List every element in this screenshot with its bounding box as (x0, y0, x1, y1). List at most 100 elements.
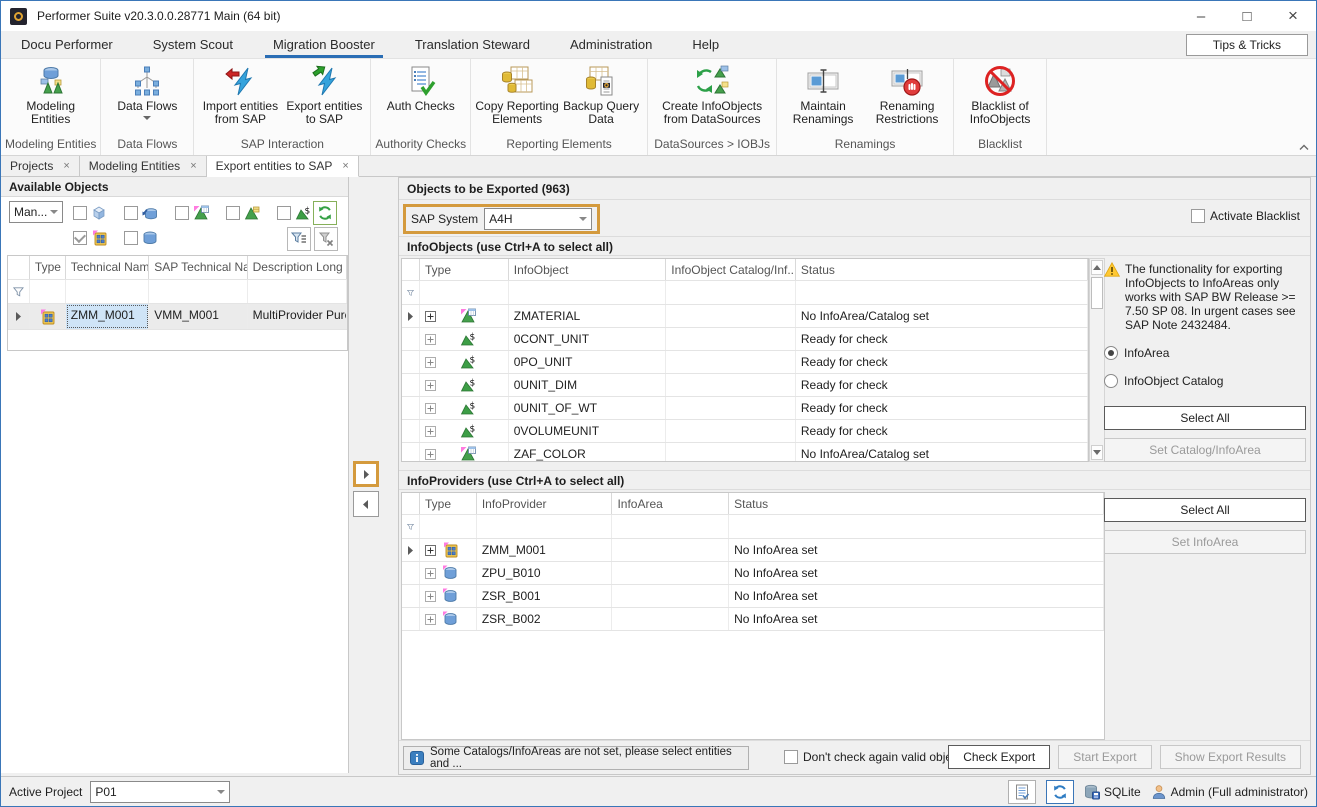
activate-blacklist-checkbox[interactable] (1191, 209, 1205, 223)
col-type[interactable]: Type (420, 493, 477, 514)
radio-icon[interactable] (1104, 374, 1118, 388)
user-status[interactable]: Admin (Full administrator) (1151, 784, 1308, 800)
col-status[interactable]: Status (729, 493, 1104, 514)
filter-row[interactable] (8, 280, 347, 304)
expand-icon[interactable] (425, 545, 436, 556)
select-all-infoproviders-button[interactable]: Select All (1104, 498, 1306, 522)
col-infoprovider[interactable]: InfoProvider (477, 493, 613, 514)
expand-icon[interactable] (425, 380, 436, 391)
create-infoobjects-button[interactable]: Create InfoObjects from DataSources (652, 61, 772, 137)
log-document-button[interactable] (1008, 780, 1036, 804)
close-button[interactable]: × (1270, 1, 1316, 31)
col-infoobject-catalog[interactable]: InfoObject Catalog/Inf... (666, 259, 796, 280)
infocube-checkbox[interactable] (73, 206, 87, 220)
scroll-down-icon[interactable] (1091, 445, 1103, 460)
export-entities-button[interactable]: Export entities to SAP (282, 61, 366, 137)
dont-check-again-checkbox[interactable] (784, 750, 798, 764)
modeling-entities-button[interactable]: Modeling Entities (9, 61, 93, 137)
expand-icon[interactable] (425, 357, 436, 368)
minimize-button[interactable]: – (1178, 1, 1224, 31)
close-tab-icon[interactable]: × (63, 160, 69, 172)
blacklist-infoobjects-button[interactable]: Blacklist of InfoObjects (958, 61, 1042, 137)
move-left-button[interactable] (353, 491, 379, 517)
set-catalog-infoarea-button[interactable]: Set Catalog/InfoArea (1104, 438, 1306, 462)
col-sap-technical-name[interactable]: SAP Technical Na... (149, 256, 247, 279)
table-row[interactable]: ZSR_B002 No InfoArea set (402, 608, 1104, 631)
attribute-checkbox[interactable] (226, 206, 240, 220)
show-export-results-button[interactable]: Show Export Results (1160, 745, 1301, 769)
tips-tricks-button[interactable]: Tips & Tricks (1186, 34, 1308, 56)
dso-checkbox[interactable] (124, 231, 138, 245)
doctab-export-entities[interactable]: Export entities to SAP× (207, 156, 359, 177)
type-filter-dropdown[interactable]: Man... (9, 201, 63, 223)
database-status[interactable]: SQLite (1084, 784, 1141, 800)
select-all-infoobjects-button[interactable]: Select All (1104, 406, 1306, 430)
set-infoarea-button[interactable]: Set InfoArea (1104, 530, 1306, 554)
maintain-renamings-button[interactable]: Maintain Renamings (781, 61, 865, 137)
table-row[interactable]: 0VOLUMEUNIT Ready for check (402, 420, 1088, 443)
renaming-restrictions-button[interactable]: Renaming Restrictions (865, 61, 949, 137)
col-status[interactable]: Status (796, 259, 1088, 280)
expand-icon[interactable] (425, 449, 436, 460)
copy-reporting-button[interactable]: Copy Reporting Elements (475, 61, 559, 137)
keyfigure-checkbox[interactable] (277, 206, 291, 220)
tab-administration[interactable]: Administration (550, 31, 672, 58)
table-row[interactable]: ZMATERIAL No InfoArea/Catalog set (402, 305, 1088, 328)
table-row[interactable]: ZMM_M001 VMM_M001 MultiProvider Purc... (8, 304, 347, 330)
col-infoarea[interactable]: InfoArea (612, 493, 729, 514)
tab-translation-steward[interactable]: Translation Steward (395, 31, 550, 58)
scroll-up-icon[interactable] (1091, 260, 1103, 275)
close-tab-icon[interactable]: × (190, 160, 196, 172)
radio-infoobject-catalog[interactable]: InfoObject Catalog (1104, 374, 1306, 388)
filter-edit-button[interactable] (287, 227, 311, 251)
doctab-projects[interactable]: Projects× (1, 156, 80, 176)
expand-icon[interactable] (425, 591, 436, 602)
sync-button[interactable] (1046, 780, 1074, 804)
close-tab-icon[interactable]: × (342, 160, 348, 172)
scroll-thumb[interactable] (1091, 277, 1103, 309)
data-flows-button[interactable]: Data Flows (105, 61, 189, 137)
auth-checks-button[interactable]: Auth Checks (379, 61, 463, 137)
multiprovider-checkbox[interactable] (73, 231, 87, 245)
tab-docu-performer[interactable]: Docu Performer (1, 31, 133, 58)
check-export-button[interactable]: Check Export (948, 745, 1050, 769)
expand-icon[interactable] (425, 403, 436, 414)
cell-sap-technical-name[interactable]: VMM_M001 (149, 304, 247, 329)
table-row[interactable]: 0UNIT_DIM Ready for check (402, 374, 1088, 397)
tab-migration-booster[interactable]: Migration Booster (253, 31, 395, 58)
filter-row[interactable] (402, 515, 1104, 539)
filter-row[interactable] (402, 281, 1088, 305)
adso-checkbox[interactable] (124, 206, 138, 220)
refresh-button[interactable] (313, 201, 337, 225)
active-project-dropdown[interactable]: P01 (90, 781, 230, 803)
table-row[interactable]: ZSR_B001 No InfoArea set (402, 585, 1104, 608)
table-row[interactable]: 0UNIT_OF_WT Ready for check (402, 397, 1088, 420)
tab-help[interactable]: Help (672, 31, 739, 58)
doctab-modeling-entities[interactable]: Modeling Entities× (80, 156, 207, 176)
col-technical-name[interactable]: Technical Name (66, 256, 149, 279)
expand-icon[interactable] (425, 311, 436, 322)
move-right-button[interactable] (353, 461, 379, 487)
backup-query-button[interactable]: Backup Query Data (559, 61, 643, 137)
table-row[interactable]: ZMM_M001 No InfoArea set (402, 539, 1104, 562)
expand-icon[interactable] (425, 568, 436, 579)
col-infoobject[interactable]: InfoObject (509, 259, 667, 280)
cell-description[interactable]: MultiProvider Purc... (248, 304, 347, 329)
tab-system-scout[interactable]: System Scout (133, 31, 253, 58)
table-row[interactable]: ZAF_COLOR No InfoArea/Catalog set (402, 443, 1088, 462)
sap-system-dropdown[interactable]: A4H (484, 208, 592, 230)
table-row[interactable]: 0PO_UNIT Ready for check (402, 351, 1088, 374)
maximize-button[interactable]: □ (1224, 1, 1270, 31)
table-row[interactable]: 0CONT_UNIT Ready for check (402, 328, 1088, 351)
start-export-button[interactable]: Start Export (1058, 745, 1151, 769)
import-entities-button[interactable]: Import entities from SAP (198, 61, 282, 137)
table-row[interactable]: ZPU_B010 No InfoArea set (402, 562, 1104, 585)
col-description-long[interactable]: Description Long (248, 256, 347, 279)
filter-clear-button[interactable] (314, 227, 338, 251)
cell-technical-name[interactable]: ZMM_M001 (66, 304, 149, 329)
radio-infoarea[interactable]: InfoArea (1104, 346, 1306, 360)
col-type[interactable]: Type (420, 259, 509, 280)
radio-icon[interactable] (1104, 346, 1118, 360)
collapse-ribbon-icon[interactable] (1298, 143, 1310, 151)
expand-icon[interactable] (425, 426, 436, 437)
